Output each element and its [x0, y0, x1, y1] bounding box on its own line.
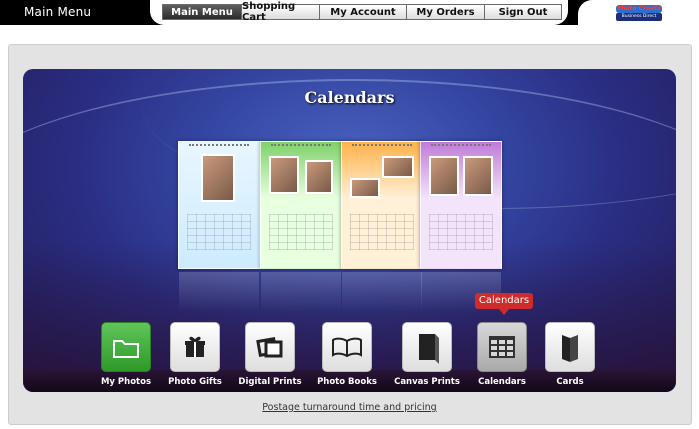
selected-tooltip: Calendars [475, 293, 533, 315]
top-bar: Main Menu Main Menu Shopping Cart My Acc… [0, 0, 699, 25]
calendar-preview-blue [178, 141, 260, 312]
dock-item-calendars[interactable] [477, 322, 527, 372]
nav-sign-out[interactable]: Sign Out [484, 4, 562, 20]
gift-icon [185, 336, 205, 357]
prints-icon [256, 336, 283, 358]
nav-main-menu[interactable]: Main Menu [162, 4, 242, 20]
dock-item-my-photos[interactable] [101, 322, 151, 372]
calendar-icon [489, 336, 515, 358]
dock-label-photo-books[interactable]: Photo Books [302, 377, 392, 387]
calendar-preview-purple [420, 141, 502, 312]
calendar-preview-green [260, 141, 342, 312]
logo-line-1: Photo Create [616, 5, 662, 13]
main-nav: Main Menu Shopping Cart My Account My Or… [150, 0, 568, 25]
dock-item-cards[interactable] [545, 322, 595, 372]
card-icon [562, 335, 578, 362]
nav-shopping-cart[interactable]: Shopping Cart [241, 1, 320, 23]
nav-my-account[interactable]: My Account [319, 4, 407, 20]
folder-icon [113, 340, 139, 358]
dock-label-cards[interactable]: Cards [525, 377, 615, 387]
stage-title: Calendars [304, 88, 395, 107]
book-icon [332, 337, 362, 358]
dock-item-photo-books[interactable] [322, 322, 372, 372]
canvas-icon [419, 334, 439, 364]
dock-item-digital-prints[interactable] [245, 322, 295, 372]
dock-item-canvas-prints[interactable] [402, 322, 452, 372]
brand-logo[interactable]: Photo Create Business Direct [578, 0, 699, 25]
logo-line-2: Business Direct [616, 13, 662, 21]
calendar-preview-orange [341, 141, 423, 312]
nav-my-orders[interactable]: My Orders [406, 4, 485, 20]
dock-item-photo-gifts[interactable] [170, 322, 220, 372]
app-title: Main Menu [24, 5, 92, 19]
postage-pricing-link[interactable]: Postage turnaround time and pricing [0, 402, 699, 413]
